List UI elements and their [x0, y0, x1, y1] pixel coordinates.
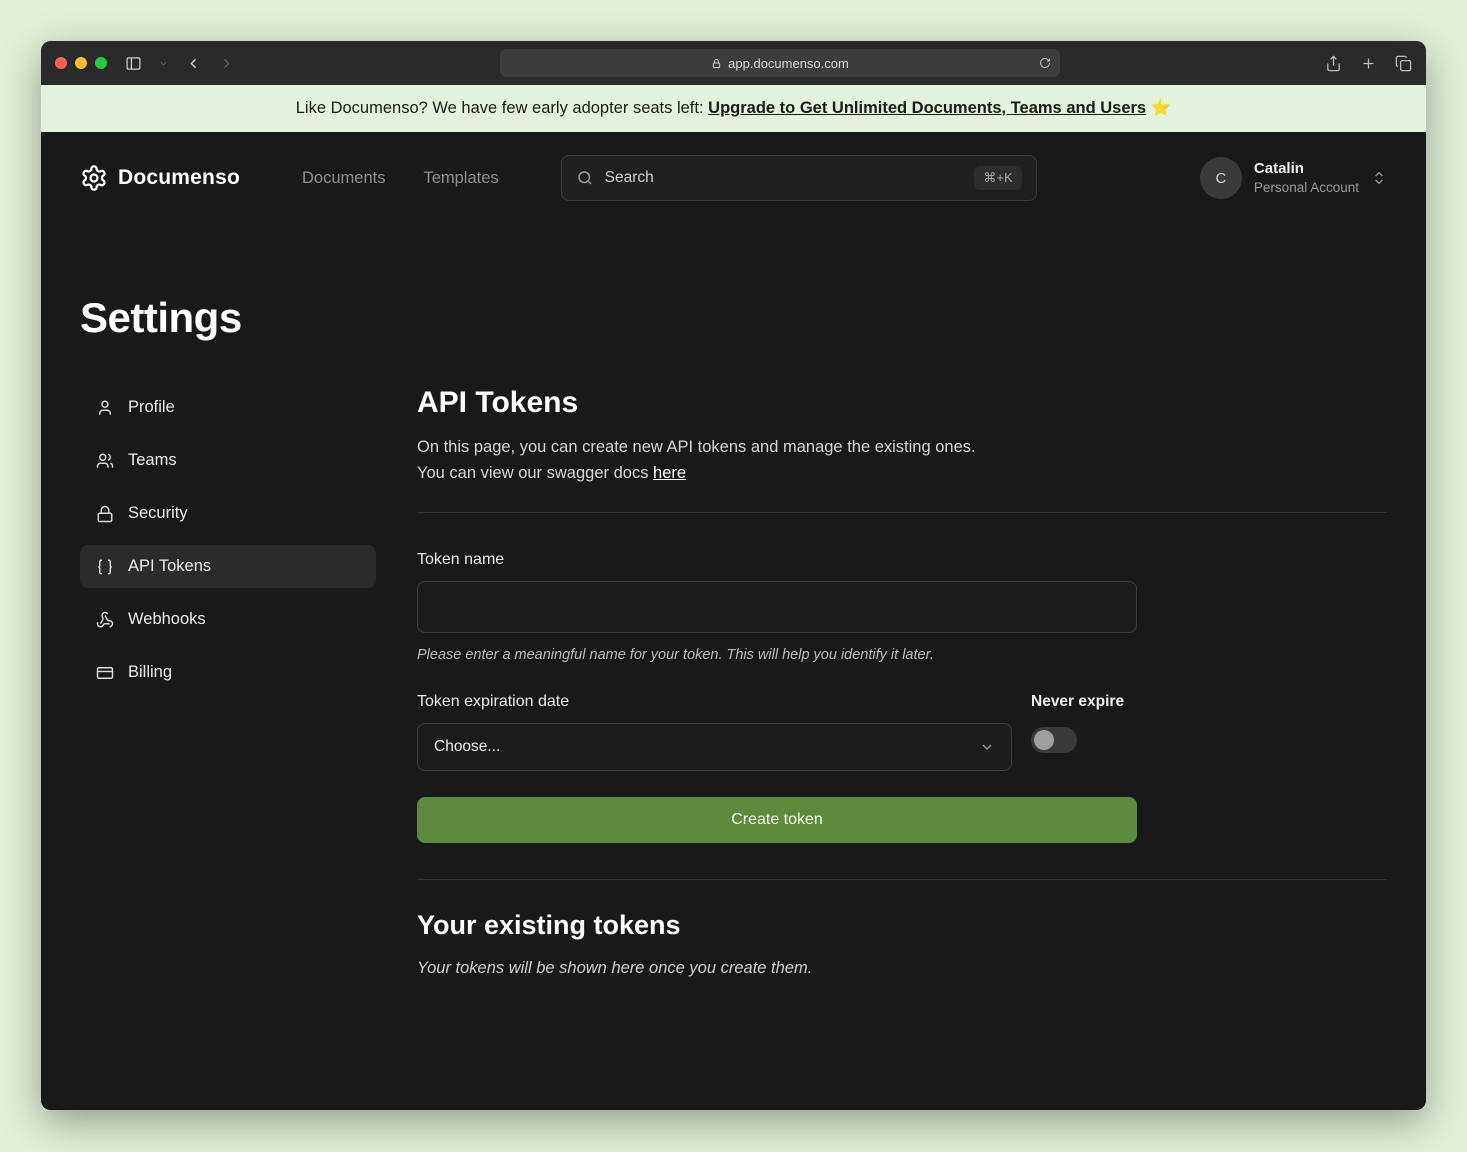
- divider: [417, 879, 1387, 880]
- banner-text: Like Documenso? We have few early adopte…: [296, 99, 708, 117]
- chevrons-up-down-icon: [1371, 170, 1387, 186]
- lock-icon: [96, 505, 114, 523]
- app-header: Documenso Documents Templates Search ⌘+K…: [80, 132, 1387, 224]
- sidebar-item-profile[interactable]: Profile: [80, 386, 376, 429]
- never-expire-toggle[interactable]: [1031, 727, 1077, 753]
- app-page: Documenso Documents Templates Search ⌘+K…: [41, 132, 1426, 1110]
- search-icon: [576, 169, 594, 187]
- search-label: Search: [605, 169, 964, 187]
- sidebar-item-label: Security: [128, 504, 188, 523]
- brand[interactable]: Documenso: [80, 164, 240, 192]
- user-icon: [96, 399, 114, 417]
- brand-name: Documenso: [118, 166, 240, 190]
- token-name-label: Token name: [417, 551, 1387, 569]
- search-input[interactable]: Search ⌘+K: [561, 155, 1037, 201]
- browser-toolbar: app.documenso.com: [41, 41, 1426, 85]
- url-text: app.documenso.com: [728, 56, 849, 71]
- address-bar[interactable]: app.documenso.com: [500, 49, 1060, 77]
- api-tokens-panel: API Tokens On this page, you can create …: [417, 386, 1387, 978]
- search-shortcut-badge: ⌘+K: [974, 166, 1021, 190]
- share-button[interactable]: [1325, 55, 1342, 72]
- forward-button[interactable]: [218, 55, 235, 72]
- upgrade-link[interactable]: Upgrade to Get Unlimited Documents, Team…: [708, 99, 1146, 117]
- expiration-select[interactable]: Choose...: [417, 723, 1012, 771]
- page-title: Settings: [80, 294, 1387, 342]
- ssl-lock-icon: [711, 58, 722, 69]
- main-nav: Documents Templates: [302, 169, 499, 188]
- new-tab-button[interactable]: [1360, 55, 1377, 72]
- star-emoji: ⭐: [1151, 99, 1172, 117]
- credit-card-icon: [96, 664, 114, 682]
- sidebar-item-label: Billing: [128, 663, 172, 682]
- token-name-help: Please enter a meaningful name for your …: [417, 647, 1387, 663]
- account-type: Personal Account: [1254, 179, 1359, 197]
- zoom-window-button[interactable]: [95, 57, 107, 69]
- tab-overview-button[interactable]: [1395, 55, 1412, 72]
- avatar: C: [1200, 157, 1242, 199]
- users-icon: [96, 452, 114, 470]
- sidebar-item-security[interactable]: Security: [80, 492, 376, 535]
- account-name: Catalin: [1254, 159, 1359, 179]
- braces-icon: [96, 558, 114, 576]
- sidebar-item-label: API Tokens: [128, 557, 211, 576]
- sidebar-item-billing[interactable]: Billing: [80, 651, 376, 694]
- minimize-window-button[interactable]: [75, 57, 87, 69]
- chevron-down-icon: [979, 739, 995, 755]
- create-token-button[interactable]: Create token: [417, 797, 1137, 843]
- nav-documents[interactable]: Documents: [302, 169, 385, 188]
- section-description: On this page, you can create new API tok…: [417, 434, 1387, 486]
- expiration-label: Token expiration date: [417, 693, 1012, 711]
- token-name-input[interactable]: [417, 581, 1137, 633]
- reload-button[interactable]: [1039, 57, 1051, 69]
- back-button[interactable]: [185, 55, 202, 72]
- window-controls: [55, 57, 107, 69]
- account-menu[interactable]: C Catalin Personal Account: [1200, 157, 1387, 199]
- documenso-logo-icon: [80, 164, 108, 192]
- webhook-icon: [96, 611, 114, 629]
- sidebar-item-api-tokens[interactable]: API Tokens: [80, 545, 376, 588]
- existing-tokens-empty-text: Your tokens will be shown here once you …: [417, 959, 1387, 978]
- sidebar-item-label: Teams: [128, 451, 177, 470]
- sidebar-item-label: Webhooks: [128, 610, 206, 629]
- browser-window: app.documenso.com Like Documenso? We hav…: [41, 41, 1426, 1110]
- divider: [417, 512, 1387, 513]
- close-window-button[interactable]: [55, 57, 67, 69]
- section-heading: API Tokens: [417, 386, 1387, 420]
- nav-templates[interactable]: Templates: [423, 169, 498, 188]
- expiration-selected-value: Choose...: [434, 738, 500, 756]
- settings-nav: Profile Teams Security: [80, 386, 376, 978]
- sidebar-item-label: Profile: [128, 398, 175, 417]
- sidebar-toggle-icon[interactable]: [125, 55, 142, 72]
- sidebar-item-webhooks[interactable]: Webhooks: [80, 598, 376, 641]
- upgrade-banner: Like Documenso? We have few early adopte…: [41, 85, 1426, 132]
- sidebar-item-teams[interactable]: Teams: [80, 439, 376, 482]
- toggle-knob: [1034, 730, 1054, 750]
- never-expire-label: Never expire: [1031, 693, 1124, 711]
- sidebar-chevron-icon[interactable]: [158, 58, 169, 69]
- existing-tokens-heading: Your existing tokens: [417, 910, 1387, 941]
- swagger-docs-link[interactable]: here: [653, 464, 686, 482]
